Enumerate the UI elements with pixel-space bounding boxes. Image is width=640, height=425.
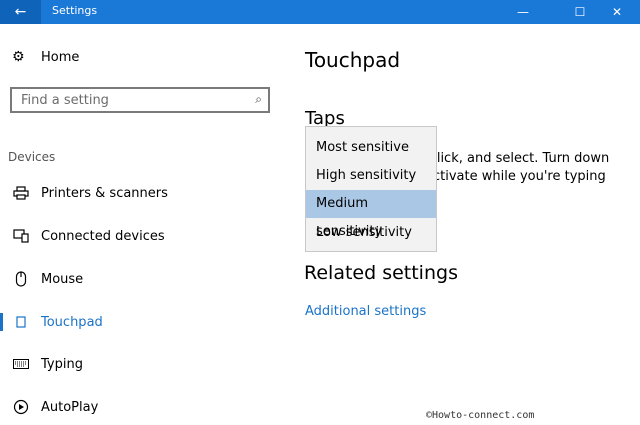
connected-devices-icon xyxy=(12,227,30,245)
keyboard-icon xyxy=(12,355,30,373)
sidebar-item-label: Typing xyxy=(41,356,83,372)
option-medium-sensitivity[interactable]: Medium sensitivity xyxy=(306,190,436,239)
watermark: ©Howto-connect.com xyxy=(426,410,535,421)
minimize-button[interactable]: — xyxy=(500,0,546,24)
close-icon: ✕ xyxy=(611,5,623,19)
sidebar-item-label: Printers & scanners xyxy=(41,185,168,201)
touchpad-icon xyxy=(12,313,30,331)
search-input[interactable]: Find a setting ⌕ xyxy=(10,87,270,113)
option-low-sensitivity[interactable]: Low sensitivity xyxy=(306,219,436,247)
page-title: Touchpad xyxy=(305,48,401,72)
sidebar-item-label: Touchpad xyxy=(41,314,103,330)
option-high-sensitivity[interactable]: High sensitivity xyxy=(306,162,436,190)
additional-settings-link[interactable]: Additional settings xyxy=(305,304,426,319)
search-placeholder: Find a setting xyxy=(21,93,109,108)
minimize-icon: — xyxy=(517,5,529,19)
mouse-icon xyxy=(12,270,30,288)
back-button[interactable]: ← xyxy=(0,0,41,24)
back-arrow-icon: ← xyxy=(14,4,27,20)
autoplay-icon xyxy=(12,398,30,416)
maximize-icon: ☐ xyxy=(574,5,586,19)
title-bar: ← Settings — ☐ ✕ xyxy=(0,0,640,24)
sidebar-item-label: Connected devices xyxy=(41,228,165,244)
option-most-sensitive[interactable]: Most sensitive xyxy=(306,134,436,162)
search-icon: ⌕ xyxy=(255,92,262,106)
printer-icon xyxy=(12,184,30,202)
sidebar-item-label: Mouse xyxy=(41,271,84,287)
home-link[interactable]: ⚙ Home xyxy=(12,49,79,65)
home-label: Home xyxy=(41,49,80,65)
sidebar-item-label: AutoPlay xyxy=(41,399,99,415)
window-title: Settings xyxy=(52,4,98,17)
sensitivity-dropdown[interactable]: Most sensitive High sensitivity Medium s… xyxy=(305,126,437,252)
gear-icon: ⚙ xyxy=(12,49,25,65)
close-button[interactable]: ✕ xyxy=(594,0,640,24)
related-settings-heading: Related settings xyxy=(304,262,458,284)
section-label-devices: Devices xyxy=(8,150,56,164)
active-indicator xyxy=(0,313,3,331)
